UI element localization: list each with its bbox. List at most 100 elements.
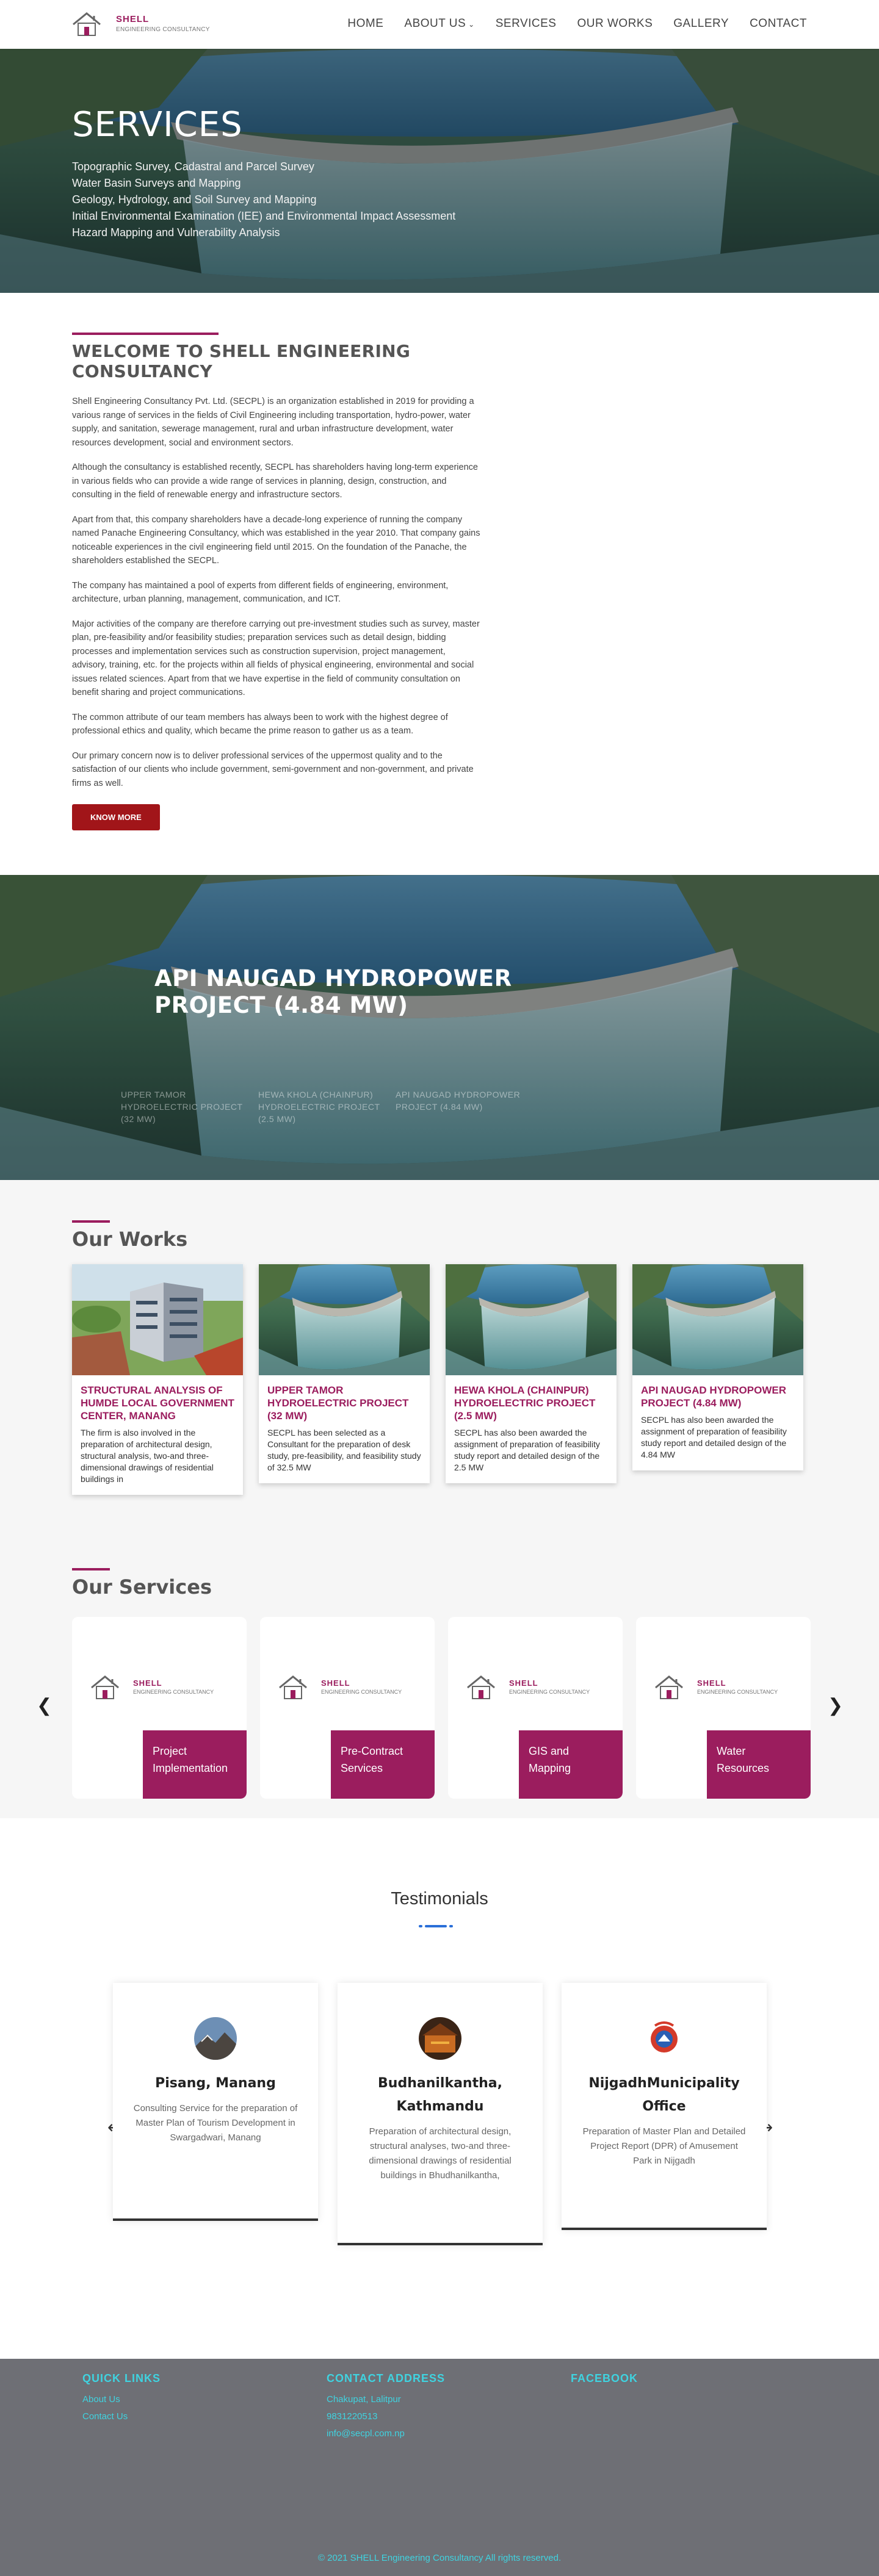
site-logo[interactable]: SHELL ENGINEERING CONSULTANCY	[72, 10, 210, 37]
testimonials-divider	[419, 1925, 453, 1927]
service-label: Project Implementation	[143, 1730, 247, 1799]
testimonial-text: Preparation of architectural design, str…	[369, 2126, 512, 2181]
work-card-text: SECPL has been selected as a Consultant …	[267, 1428, 421, 1472]
service-logo-subtitle: ENGINEERING CONSULTANCY	[697, 1688, 778, 1695]
work-card-text: SECPL has also been awarded the assignme…	[454, 1428, 600, 1472]
nav-our-works[interactable]: OUR WORKS	[577, 17, 653, 31]
testimonials-title: Testimonials	[391, 1889, 488, 1909]
house-logo-icon	[90, 1673, 128, 1700]
nav-home[interactable]: HOME	[347, 17, 383, 31]
service-card[interactable]: SHELL ENGINEERING CONSULTANCY Pre-Contrac…	[260, 1617, 435, 1799]
municipality-seal-icon	[643, 2017, 685, 2060]
works-heading: Our Works	[72, 1220, 187, 1251]
service-label: GIS and Mapping	[519, 1730, 623, 1799]
work-card-text: SECPL has also been awarded the assignme…	[641, 1415, 787, 1459]
testimonial-card: Budhanilkantha, Kathmandu Preparation of…	[338, 1983, 543, 2245]
project-slider: API NAUGAD HYDROPOWER PROJECT (4.84 MW) …	[0, 875, 879, 1180]
footer-link-contact-us[interactable]: Contact Us	[82, 2408, 161, 2425]
work-card-title: HEWA KHOLA (CHAINPUR) HYDROELECTRIC PROJ…	[454, 1384, 596, 1422]
work-card-title: STRUCTURAL ANALYSIS OF HUMDE LOCAL GOVER…	[81, 1384, 234, 1422]
service-logo-title: SHELL	[697, 1678, 726, 1688]
welcome-paragraph: The company has maintained a pool of exp…	[72, 580, 449, 605]
quick-links-title: QUICK LINKS	[82, 2372, 161, 2384]
service-card-logo: SHELL ENGINEERING CONSULTANCY	[654, 1673, 778, 1700]
welcome-section: WELCOME TO SHELL ENGINEERING CONSULTANCY…	[72, 333, 481, 830]
works-grid: STRUCTURAL ANALYSIS OF HUMDE LOCAL GOVER…	[72, 1264, 803, 1495]
nav-about-us[interactable]: ABOUT US ⌄	[404, 17, 474, 31]
welcome-paragraph: Major activities of the company are ther…	[72, 619, 480, 698]
service-logo-title: SHELL	[509, 1678, 538, 1688]
hero-service-item: Topographic Survey, Cadastral and Parcel…	[72, 160, 314, 173]
welcome-paragraph: Our primary concern now is to deliver pr…	[72, 750, 474, 788]
services-prev-arrow-icon[interactable]: ❮	[37, 1695, 52, 1716]
works-title: Our Works	[72, 1228, 188, 1251]
contact-phone[interactable]: 9831220513	[327, 2408, 445, 2425]
nav-services[interactable]: SERVICES	[496, 17, 557, 31]
slider-thumb[interactable]: UPPER TAMOR HYDROELECTRIC PROJECT (32 MW…	[121, 1088, 258, 1125]
main-nav: HOME ABOUT US ⌄ SERVICES OUR WORKS GALLER…	[347, 17, 807, 31]
building-image	[72, 1264, 243, 1375]
welcome-title: WELCOME TO SHELL ENGINEERING CONSULTANCY	[72, 341, 411, 381]
hero-banner: SERVICES Topographic Survey, Cadastral a…	[0, 49, 879, 293]
copyright: © 2021 SHELL Engineering Consultancy All…	[317, 2553, 562, 2563]
contact-email[interactable]: info@secpl.com.np	[327, 2425, 445, 2442]
nav-contact[interactable]: CONTACT	[750, 17, 807, 31]
dam-image	[632, 1264, 803, 1375]
logo-title: SHELL	[116, 13, 150, 24]
facebook-title: FACEBOOK	[571, 2372, 638, 2384]
service-card-logo: SHELL ENGINEERING CONSULTANCY	[278, 1673, 402, 1700]
service-label: Pre-Contract Services	[331, 1730, 435, 1799]
services-title: Our Services	[72, 1575, 212, 1599]
testimonial-text: Preparation of Master Plan and Detailed …	[582, 2126, 746, 2166]
slider-thumbnails: UPPER TAMOR HYDROELECTRIC PROJECT (32 MW…	[121, 1088, 533, 1125]
logo-subtitle: ENGINEERING CONSULTANCY	[116, 26, 210, 33]
service-logo-subtitle: ENGINEERING CONSULTANCY	[509, 1688, 590, 1695]
hero-title: SERVICES	[72, 105, 243, 145]
work-card[interactable]: API NAUGAD HYDROPOWER PROJECT (4.84 MW) …	[632, 1264, 803, 1470]
house-logo-icon	[278, 1673, 316, 1700]
testimonial-card: Pisang, Manang Consulting Service for th…	[113, 1983, 318, 2221]
footer-quick-links: QUICK LINKS About Us Contact Us	[82, 2372, 161, 2425]
service-logo-title: SHELL	[133, 1678, 162, 1688]
hero-service-item: Initial Environmental Examination (IEE) …	[72, 210, 456, 222]
contact-address-title: CONTACT ADDRESS	[327, 2372, 445, 2384]
hero-service-item: Hazard Mapping and Vulnerability Analysi…	[72, 226, 280, 239]
nav-gallery[interactable]: GALLERY	[673, 17, 729, 31]
footer-link-about-us[interactable]: About Us	[82, 2391, 161, 2408]
work-card[interactable]: STRUCTURAL ANALYSIS OF HUMDE LOCAL GOVER…	[72, 1264, 243, 1495]
work-card[interactable]: UPPER TAMOR HYDROELECTRIC PROJECT (32 MW…	[259, 1264, 430, 1483]
service-logo-subtitle: ENGINEERING CONSULTANCY	[321, 1688, 402, 1695]
slider-thumb[interactable]: HEWA KHOLA (CHAINPUR) HYDROELECTRIC PROJ…	[258, 1088, 396, 1125]
work-card[interactable]: HEWA KHOLA (CHAINPUR) HYDROELECTRIC PROJ…	[446, 1264, 617, 1483]
testimonial-card: NijgadhMunicipality Office Preparation o…	[562, 1983, 767, 2230]
accent-bar	[72, 1568, 110, 1570]
welcome-paragraph: The common attribute of our team members…	[72, 712, 448, 736]
contact-address: Chakupat, Lalitpur	[327, 2394, 401, 2405]
service-card[interactable]: SHELL ENGINEERING CONSULTANCY GIS and Map…	[448, 1617, 623, 1799]
welcome-paragraph: Although the consultancy is established …	[72, 462, 478, 500]
site-header: SHELL ENGINEERING CONSULTANCY HOME ABOUT…	[0, 0, 879, 49]
slider-thumb[interactable]: API NAUGAD HYDROPOWER PROJECT (4.84 MW)	[396, 1088, 533, 1125]
service-card[interactable]: SHELL ENGINEERING CONSULTANCY Project Imp…	[72, 1617, 247, 1799]
testimonial-name: Budhanilkantha, Kathmandu	[378, 2076, 502, 2114]
services-carousel: SHELL ENGINEERING CONSULTANCY Project Imp…	[72, 1617, 811, 1799]
work-card-title: UPPER TAMOR HYDROELECTRIC PROJECT (32 MW…	[267, 1384, 409, 1422]
work-card-title: API NAUGAD HYDROPOWER PROJECT (4.84 MW)	[641, 1384, 787, 1409]
services-heading: Our Services	[72, 1568, 212, 1599]
slider-title: API NAUGAD HYDROPOWER PROJECT (4.84 MW)	[154, 965, 512, 1018]
services-next-arrow-icon[interactable]: ❯	[828, 1695, 843, 1716]
service-label: Water Resources	[707, 1730, 811, 1799]
work-card-text: The firm is also involved in the prepara…	[81, 1428, 214, 1484]
know-more-button[interactable]: KNOW MORE	[72, 804, 160, 830]
site-footer: QUICK LINKS About Us Contact Us CONTACT …	[0, 2359, 879, 2576]
welcome-paragraph: Apart from that, this company shareholde…	[72, 514, 480, 566]
avatar	[419, 2017, 461, 2060]
chevron-down-icon: ⌄	[468, 20, 475, 29]
welcome-paragraph: Shell Engineering Consultancy Pvt. Ltd. …	[72, 397, 474, 448]
house-logo-icon	[72, 10, 110, 37]
service-card-logo: SHELL ENGINEERING CONSULTANCY	[90, 1673, 214, 1700]
service-card-logo: SHELL ENGINEERING CONSULTANCY	[466, 1673, 590, 1700]
service-card[interactable]: SHELL ENGINEERING CONSULTANCY Water Resou…	[636, 1617, 811, 1799]
footer-facebook: FACEBOOK	[571, 2372, 638, 2391]
testimonial-name: NijgadhMunicipality Office	[588, 2076, 740, 2114]
